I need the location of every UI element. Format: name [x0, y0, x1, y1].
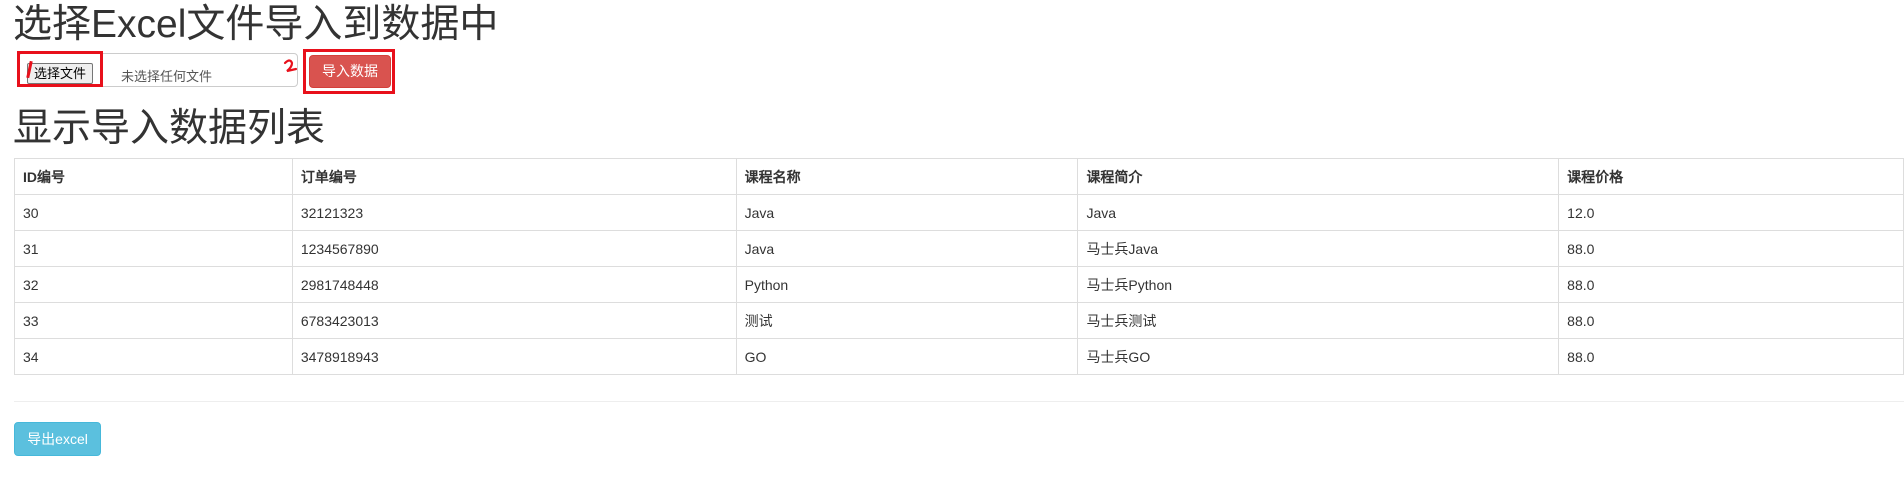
- table-row: 32 2981748448 Python 马士兵Python 88.0: [14, 266, 1904, 303]
- column-header-order-no: 订单编号: [291, 158, 737, 195]
- table-header-row: ID编号 订单编号 课程名称 课程简介 课程价格: [14, 158, 1904, 195]
- cell-course-intro: 马士兵GO: [1077, 338, 1560, 375]
- cell-course-intro: 马士兵Java: [1077, 230, 1560, 267]
- cell-id: 30: [14, 194, 293, 231]
- list-title: 显示导入数据列表: [13, 107, 326, 150]
- cell-course-price: 88.0: [1558, 302, 1904, 339]
- annotation-scribble: [283, 59, 298, 73]
- cell-course-price: 88.0: [1558, 230, 1904, 267]
- table-row: 33 6783423013 测试 马士兵测试 88.0: [14, 302, 1904, 339]
- page: 选择Excel文件导入到数据中 选择文件 未选择任何文件 导入数据 显示导入数据…: [0, 0, 1904, 479]
- cell-course-name: GO: [735, 338, 1079, 375]
- cell-order-no: 1234567890: [291, 230, 737, 267]
- cell-id: 32: [14, 266, 293, 303]
- table-row: 34 3478918943 GO 马士兵GO 88.0: [14, 338, 1904, 375]
- cell-course-price: 88.0: [1558, 338, 1904, 375]
- column-header-id: ID编号: [14, 158, 293, 195]
- table-row: 31 1234567890 Java 马士兵Java 88.0: [14, 230, 1904, 267]
- export-excel-button[interactable]: 导出excel: [14, 422, 101, 456]
- data-table: ID编号 订单编号 课程名称 课程简介 课程价格 30 32121323 Jav…: [14, 158, 1904, 375]
- upload-title: 选择Excel文件导入到数据中: [13, 3, 499, 46]
- cell-course-name: Java: [735, 230, 1079, 267]
- cell-id: 34: [14, 338, 293, 375]
- cell-course-intro: Java: [1077, 194, 1560, 231]
- cell-id: 33: [14, 302, 293, 339]
- cell-order-no: 6783423013: [291, 302, 737, 339]
- cell-course-name: 测试: [735, 302, 1079, 339]
- cell-course-price: 12.0: [1558, 194, 1904, 231]
- cell-order-no: 32121323: [291, 194, 737, 231]
- annotation-box-2: [303, 49, 395, 94]
- file-status-text: 未选择任何文件: [121, 69, 213, 84]
- cell-id: 31: [14, 230, 293, 267]
- column-header-course-intro: 课程简介: [1077, 158, 1560, 195]
- column-header-course-price: 课程价格: [1558, 158, 1904, 195]
- cell-course-intro: 马士兵测试: [1077, 302, 1560, 339]
- cell-order-no: 2981748448: [291, 266, 737, 303]
- cell-course-name: Java: [735, 194, 1079, 231]
- column-header-course-name: 课程名称: [735, 158, 1079, 195]
- cell-order-no: 3478918943: [291, 338, 737, 375]
- divider: [14, 401, 1904, 402]
- cell-course-intro: 马士兵Python: [1077, 266, 1560, 303]
- cell-course-price: 88.0: [1558, 266, 1904, 303]
- table-row: 30 32121323 Java Java 12.0: [14, 194, 1904, 231]
- cell-course-name: Python: [735, 266, 1079, 303]
